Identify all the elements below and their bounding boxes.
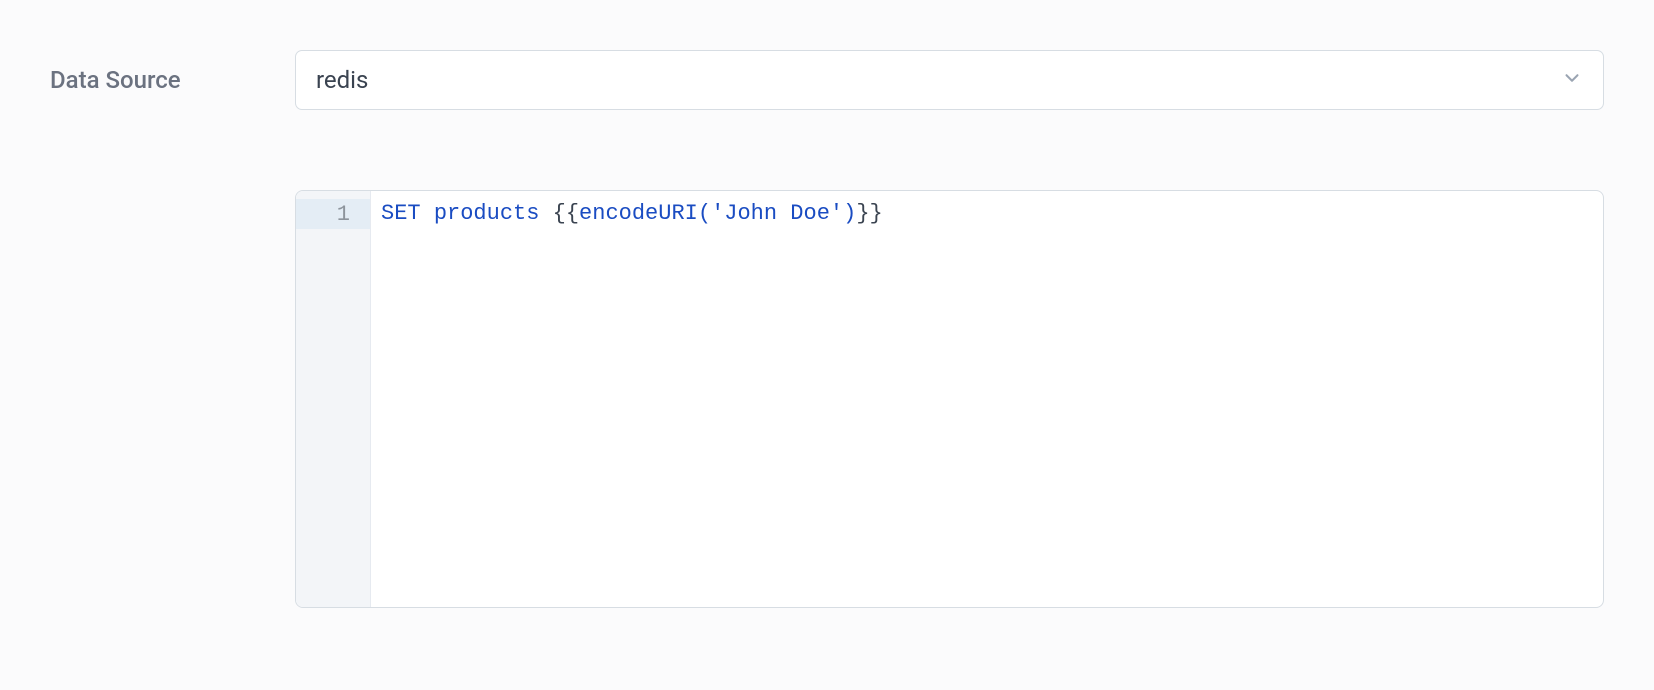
data-source-label: Data Source bbox=[50, 66, 181, 94]
code-content[interactable]: SET products {{encodeURI('John Doe')}} bbox=[371, 191, 1603, 607]
token-close-brace: }} bbox=[856, 201, 882, 226]
data-source-row: Data Source redis bbox=[50, 50, 1604, 110]
field-column: redis bbox=[295, 50, 1604, 110]
label-column: Data Source bbox=[50, 66, 265, 94]
token-close-paren: ) bbox=[843, 201, 856, 226]
code-editor[interactable]: 1 SET products {{encodeURI('John Doe')}} bbox=[295, 190, 1604, 608]
line-number-row: 1 bbox=[296, 199, 370, 229]
line-gutter: 1 bbox=[296, 191, 371, 607]
chevron-down-icon bbox=[1561, 67, 1583, 93]
token-string: 'John Doe' bbox=[711, 201, 843, 226]
token-space bbox=[539, 201, 552, 226]
code-editor-row: 1 SET products {{encodeURI('John Doe')}} bbox=[50, 190, 1604, 608]
token-space bbox=[421, 201, 434, 226]
field-column: 1 SET products {{encodeURI('John Doe')}} bbox=[295, 190, 1604, 608]
token-identifier: products bbox=[434, 201, 540, 226]
form-container: Data Source redis 1 SET products {{encod… bbox=[50, 50, 1604, 608]
data-source-value: redis bbox=[316, 66, 368, 94]
token-function: encodeURI bbox=[579, 201, 698, 226]
token-open-brace: {{ bbox=[553, 201, 579, 226]
line-number: 1 bbox=[337, 202, 350, 227]
token-keyword: SET bbox=[381, 201, 421, 226]
token-open-paren: ( bbox=[698, 201, 711, 226]
data-source-select[interactable]: redis bbox=[295, 50, 1604, 110]
